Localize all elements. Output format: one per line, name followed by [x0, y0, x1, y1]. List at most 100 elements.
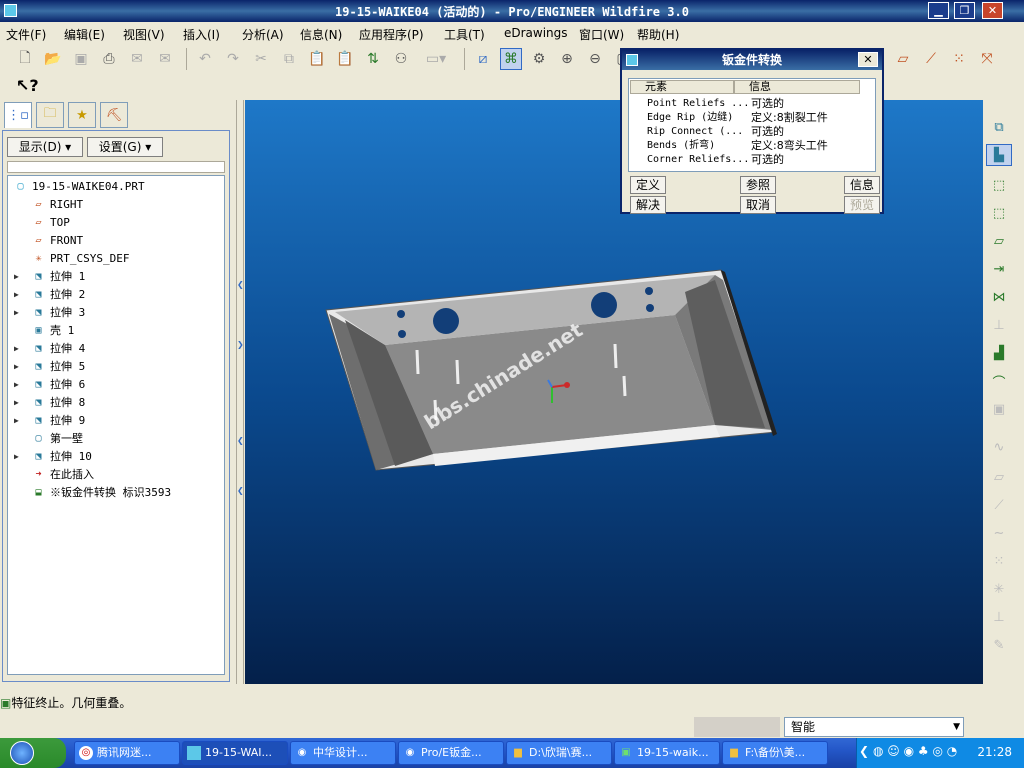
orient-mode-icon[interactable]: ⚙	[528, 48, 550, 70]
expand-arrow-icon[interactable]: ▶	[14, 358, 19, 376]
undo-icon[interactable]: ↶	[194, 48, 216, 70]
define-button[interactable]: 定义	[630, 176, 666, 194]
selection-filter-select[interactable]: 智能 ▼	[784, 717, 964, 737]
unbend-tool-icon[interactable]: ▟	[986, 342, 1012, 364]
collapse-arrow-icon[interactable]: ❯	[237, 340, 244, 349]
table-row[interactable]: Rip Connect (... 可选的	[629, 125, 875, 139]
expand-arrow-icon[interactable]: ▶	[14, 268, 19, 286]
references-button[interactable]: 参照	[740, 176, 776, 194]
model-tree-tab-icon[interactable]: ⋮▫	[4, 102, 32, 128]
taskbar-item-web2[interactable]: ◉ Pro/E钣金...	[398, 741, 504, 765]
taskbar-item-folder2[interactable]: ▆ F:\备份\美...	[722, 741, 828, 765]
clock[interactable]: 21:28	[977, 745, 1012, 759]
menu-info[interactable]: 信息(N)	[300, 26, 342, 43]
context-help-icon[interactable]: ↖?	[16, 76, 39, 95]
start-button[interactable]	[0, 738, 66, 768]
table-row[interactable]: Edge Rip (边缝) 定义:8割裂工件	[629, 111, 875, 125]
expand-arrow-icon[interactable]: ▶	[14, 394, 19, 412]
flange-wall-icon[interactable]: ⬚	[986, 202, 1012, 224]
menu-insert[interactable]: 插入(I)	[183, 26, 220, 43]
open-folder-icon[interactable]: 📂	[42, 48, 64, 70]
zoom-in-icon[interactable]: ⊕	[556, 48, 578, 70]
table-row[interactable]: Bends (折弯) 定义:8弯头工件	[629, 139, 875, 153]
tree-item[interactable]: ▶ ⬔ 拉伸 4	[8, 340, 224, 358]
tree-item[interactable]: ▶ ⬔ 拉伸 1	[8, 268, 224, 286]
resolve-button[interactable]: 解决	[630, 196, 666, 214]
tree-item[interactable]: ▢ 19-15-WAIKE04.PRT	[8, 178, 224, 196]
connections-tab-icon[interactable]: ⛏	[100, 102, 128, 128]
expand-arrow-icon[interactable]: ▶	[14, 412, 19, 430]
tree-item[interactable]: ▣ 壳 1	[8, 322, 224, 340]
favorites-tab-icon[interactable]: ★	[68, 102, 96, 128]
menu-applications[interactable]: 应用程序(P)	[359, 26, 424, 43]
send-mail-icon[interactable]: ✉	[126, 48, 148, 70]
find-binoculars-icon[interactable]: ⚇	[390, 48, 412, 70]
expand-arrow-icon[interactable]: ▶	[14, 340, 19, 358]
tree-item[interactable]: ▢ 第一壁	[8, 430, 224, 448]
bend-back-icon[interactable]: ⌒	[986, 370, 1012, 392]
tree-item[interactable]: ▱ TOP	[8, 214, 224, 232]
csys-display-icon[interactable]: ⤧	[976, 48, 998, 70]
rip-icon[interactable]: ⇥	[986, 258, 1012, 280]
tray-icons[interactable]: ◍ ☺ ◉ ♣ ◎ ◔	[873, 744, 957, 758]
table-row[interactable]: Point Reliefs ... 可选的	[629, 97, 875, 111]
zoom-out-icon[interactable]: ⊖	[584, 48, 606, 70]
datum-plane-display-icon[interactable]: ▱	[892, 48, 914, 70]
tree-item[interactable]: ▶ ⬔ 拉伸 10	[8, 448, 224, 466]
menu-help[interactable]: 帮助(H)	[637, 26, 679, 43]
tree-item[interactable]: ▶ ⬔ 拉伸 2	[8, 286, 224, 304]
collapse-arrow-icon[interactable]: ❮	[237, 280, 244, 289]
collapse-arrow-icon[interactable]: ❮	[237, 486, 244, 495]
model-tree[interactable]: ▢ 19-15-WAIKE04.PRT ▱ RIGHT ▱ TOP ▱ FRONT ✳ PRT_C…	[7, 175, 225, 675]
sheetmetal-conversion-icon[interactable]: ⧉	[986, 116, 1012, 138]
regenerate-icon[interactable]: ⇅	[362, 48, 384, 70]
tree-item[interactable]: ▶ ⬔ 拉伸 9	[8, 412, 224, 430]
dialog-close-icon[interactable]: ✕	[858, 52, 878, 67]
expand-arrow-icon[interactable]: ▶	[14, 376, 19, 394]
repaint-icon[interactable]: ⧄	[472, 48, 494, 70]
info-button[interactable]: 信息	[844, 176, 880, 194]
menu-window[interactable]: 窗口(W)	[579, 26, 624, 43]
taskbar-item-proe[interactable]: 19-15-WAI...	[182, 741, 288, 765]
tree-item[interactable]: ▶ ⬔ 拉伸 6	[8, 376, 224, 394]
datum-point-display-icon[interactable]: ⁙	[948, 48, 970, 70]
tree-item[interactable]: ▶ ⬔ 拉伸 8	[8, 394, 224, 412]
panel-splitter[interactable]: ❮ ❯ ❮ ❮	[236, 100, 244, 684]
tree-item[interactable]: ➜ 在此插入	[8, 466, 224, 484]
folder-browser-tab-icon[interactable]: 🗀	[36, 102, 64, 128]
expand-arrow-icon[interactable]: ▶	[14, 304, 19, 322]
flat-wall-icon[interactable]: ⬚	[986, 174, 1012, 196]
tree-item[interactable]: ⬓ ※钣金件转换 标识3593	[8, 484, 224, 502]
spin-center-icon[interactable]: ⌘	[500, 48, 522, 70]
tree-item[interactable]: ▱ FRONT	[8, 232, 224, 250]
cut-icon[interactable]: ✂	[250, 48, 272, 70]
taskbar-item-folder1[interactable]: ▆ D:\欣瑞\赛...	[506, 741, 612, 765]
menu-view[interactable]: 视图(V)	[123, 26, 165, 43]
print-icon[interactable]: ⎙	[98, 48, 120, 70]
maximize-button[interactable]: ❐	[954, 2, 975, 19]
tree-item[interactable]: ✳ PRT_CSYS_DEF	[8, 250, 224, 268]
display-dropdown[interactable]: 显示(D) ▾	[7, 137, 83, 157]
menu-edit[interactable]: 编辑(E)	[64, 26, 105, 43]
select-box-icon[interactable]: ▭▾	[418, 48, 454, 70]
corner-relief-icon[interactable]: ⋈	[986, 286, 1012, 308]
cancel-button[interactable]: 取消	[740, 196, 776, 214]
settings-dropdown[interactable]: 设置(G) ▾	[87, 137, 163, 157]
unbend-icon[interactable]: ▙	[986, 144, 1012, 166]
menu-tools[interactable]: 工具(T)	[444, 26, 485, 43]
datum-axis-display-icon[interactable]: ⟋	[920, 48, 942, 70]
tree-item[interactable]: ▶ ⬔ 拉伸 3	[8, 304, 224, 322]
taskbar-item-web1[interactable]: ◉ 中华设计...	[290, 741, 396, 765]
save-icon[interactable]: ▣	[70, 48, 92, 70]
menu-edrawings[interactable]: eDrawings	[504, 26, 568, 40]
redo-icon[interactable]: ↷	[222, 48, 244, 70]
extend-wall-icon[interactable]: ▱	[986, 230, 1012, 252]
collapse-arrow-icon[interactable]: ❮	[237, 436, 244, 445]
copy-icon[interactable]: ⧉	[278, 48, 300, 70]
dialog-title-bar[interactable]: 钣金件转换 ✕	[622, 50, 882, 70]
menu-file[interactable]: 文件(F)	[6, 26, 46, 43]
taskbar-item-proe2[interactable]: ▣ 19-15-waik...	[614, 741, 720, 765]
minimize-button[interactable]: ▁	[928, 2, 949, 19]
tray-expand-icon[interactable]: ❮	[859, 744, 869, 758]
table-row[interactable]: Corner Reliefs... 可选的	[629, 153, 875, 167]
